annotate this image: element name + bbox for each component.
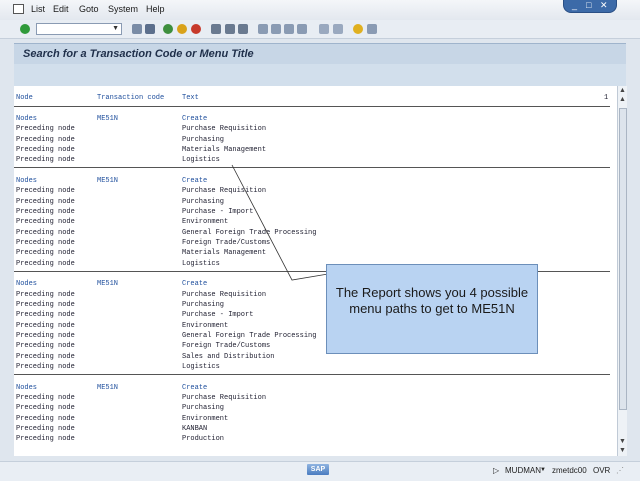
resize-grip-icon: ⋰: [616, 466, 624, 475]
status-user: MUDMAN: [505, 466, 541, 475]
status-mode: OVR: [593, 466, 611, 475]
chevron-down-icon[interactable]: ▼: [540, 467, 546, 473]
sap-logo: SAP: [307, 464, 329, 475]
callout-text: The Report shows you 4 possible menu pat…: [335, 285, 529, 316]
status-server: zmetdc00: [552, 466, 587, 475]
status-expand-icon[interactable]: ▷: [493, 466, 499, 475]
callout-box: The Report shows you 4 possible menu pat…: [326, 264, 538, 354]
callout-pointer: [231, 164, 329, 281]
status-bar: SAP ▷ MUDMAN ▼ zmetdc00 OVR ⋰: [0, 461, 640, 481]
